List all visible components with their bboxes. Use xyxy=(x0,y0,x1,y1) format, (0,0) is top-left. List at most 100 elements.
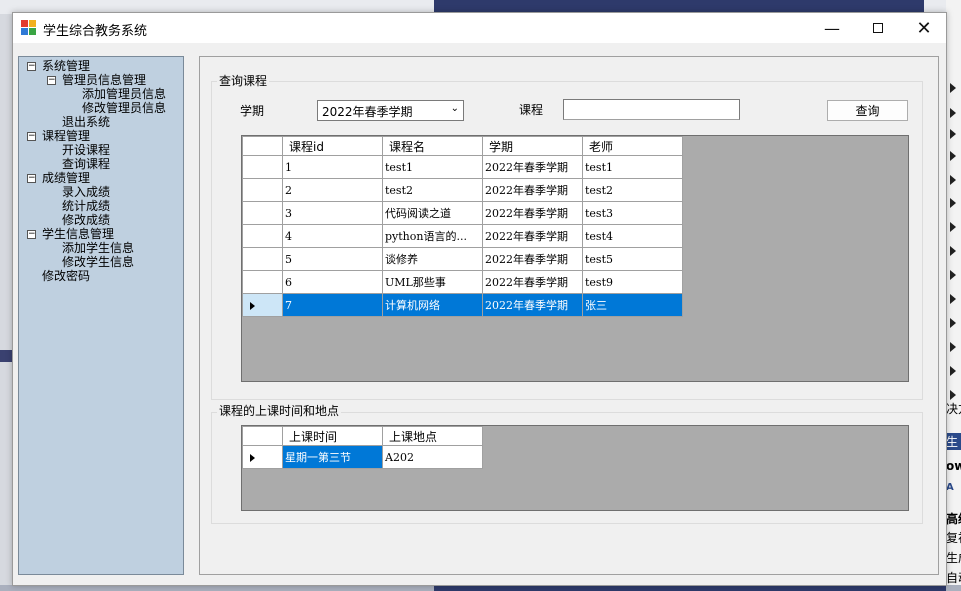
table-cell[interactable]: 3 xyxy=(282,201,383,225)
minimize-button[interactable]: — xyxy=(809,13,855,43)
table-cell[interactable]: 星期一第三节 xyxy=(282,445,383,469)
tree-item[interactable]: 学生信息管理 xyxy=(42,227,114,241)
tree-item[interactable]: 统计成绩 xyxy=(62,199,110,213)
table-row[interactable]: 3 代码阅读之道 2022年春季学期 test3 xyxy=(242,201,683,225)
tree-item[interactable]: 修改密码 xyxy=(42,269,90,283)
tree-collapse-icon[interactable]: − xyxy=(27,230,36,239)
table-cell[interactable]: 代码阅读之道 xyxy=(382,201,483,225)
column-header[interactable]: 课程id xyxy=(282,136,383,156)
tree-item[interactable]: 修改管理员信息 xyxy=(82,101,166,115)
table-cell[interactable]: python语言的... xyxy=(382,224,483,248)
column-header[interactable]: 上课时间 xyxy=(282,426,383,446)
background-text: 自动 xyxy=(946,571,961,585)
tree-item[interactable]: 开设课程 xyxy=(62,143,110,157)
table-row[interactable]: 7 计算机网络 2022年春季学期 张三 xyxy=(242,293,683,317)
background-arrow-icon xyxy=(950,198,956,208)
tree-item[interactable]: 添加学生信息 xyxy=(62,241,134,255)
tree-collapse-icon[interactable]: − xyxy=(47,76,56,85)
table-cell[interactable]: 2022年春季学期 xyxy=(482,270,583,294)
chevron-down-icon[interactable]: ⌄ xyxy=(451,103,459,114)
table-cell[interactable]: 2022年春季学期 xyxy=(482,247,583,271)
maximize-button[interactable] xyxy=(855,13,901,43)
window-title: 学生综合教务系统 xyxy=(43,24,148,39)
row-header-cell[interactable] xyxy=(242,293,283,317)
table-cell[interactable]: test1 xyxy=(582,155,683,179)
tree-item[interactable]: 管理员信息管理 xyxy=(62,73,146,87)
term-select-value: 2022年春季学期 xyxy=(322,105,413,119)
row-header-cell[interactable] xyxy=(242,201,283,225)
tree-item[interactable]: 查询课程 xyxy=(62,157,110,171)
schedule-table: 上课时间 上课地点 星期一第三节 A202 xyxy=(242,426,483,469)
background-arrow-icon xyxy=(950,366,956,376)
term-select[interactable]: 2022年春季学期 ⌄ xyxy=(317,100,464,121)
background-arrow-icon xyxy=(950,129,956,139)
table-row[interactable]: 2 test2 2022年春季学期 test2 xyxy=(242,178,683,202)
table-cell[interactable]: test4 xyxy=(582,224,683,248)
row-pointer-icon xyxy=(250,453,255,462)
tree-item[interactable]: 修改成绩 xyxy=(62,213,110,227)
row-header-cell[interactable] xyxy=(242,178,283,202)
table-row[interactable]: 4 python语言的... 2022年春季学期 test4 xyxy=(242,224,683,248)
courses-table: 课程id 课程名 学期 老师 1 test1 2022年春季学期 test1 2 test2 202… xyxy=(242,136,683,317)
schedule-grid[interactable]: 上课时间 上课地点 星期一第三节 A202 xyxy=(241,425,909,511)
tree-item[interactable]: 录入成绩 xyxy=(62,185,110,199)
table-cell[interactable]: 张三 xyxy=(582,293,683,317)
query-group-title: 查询课程 xyxy=(217,72,270,89)
table-row[interactable]: 1 test1 2022年春季学期 test1 xyxy=(242,155,683,179)
row-header-cell[interactable] xyxy=(242,155,283,179)
table-row[interactable]: 6 UML那些事 2022年春季学期 test9 xyxy=(242,270,683,294)
app-icon xyxy=(21,20,37,36)
table-cell[interactable]: 计算机网络 xyxy=(382,293,483,317)
background-arrow-icon xyxy=(950,108,956,118)
table-cell[interactable]: test9 xyxy=(582,270,683,294)
table-cell[interactable]: 2022年春季学期 xyxy=(482,293,583,317)
column-header[interactable]: 学期 xyxy=(482,136,583,156)
table-cell[interactable]: 5 xyxy=(282,247,383,271)
row-header-cell[interactable] xyxy=(242,224,283,248)
table-cell[interactable]: test2 xyxy=(382,178,483,202)
table-row[interactable]: 5 谈修养 2022年春季学期 test5 xyxy=(242,247,683,271)
table-cell[interactable]: 2022年春季学期 xyxy=(482,155,583,179)
tree-item[interactable]: 课程管理 xyxy=(42,129,90,143)
column-header[interactable]: 老师 xyxy=(582,136,683,156)
tree-item[interactable]: 成绩管理 xyxy=(42,171,90,185)
tree-item[interactable]: 添加管理员信息 xyxy=(82,87,166,101)
table-cell[interactable]: 2 xyxy=(282,178,383,202)
tree-collapse-icon[interactable]: − xyxy=(27,174,36,183)
maximize-icon xyxy=(873,23,883,33)
navigation-tree[interactable]: − 系统管理 − 管理员信息管理 添加管理员信息 修改管理员信息 退出系统 − 课程管理 开设课程… xyxy=(18,56,184,575)
close-button[interactable]: ✕ xyxy=(901,13,947,43)
table-cell[interactable]: 6 xyxy=(282,270,383,294)
tree-collapse-icon[interactable]: − xyxy=(27,132,36,141)
corner-header-cell xyxy=(242,426,283,446)
table-cell[interactable]: test5 xyxy=(582,247,683,271)
row-header-cell[interactable] xyxy=(242,270,283,294)
search-button[interactable]: 查询 xyxy=(827,100,908,121)
table-cell[interactable]: test1 xyxy=(382,155,483,179)
table-cell[interactable]: A202 xyxy=(382,445,483,469)
courses-grid[interactable]: 课程id 课程名 学期 老师 1 test1 2022年春季学期 test1 2 test2 202… xyxy=(241,135,909,382)
table-cell[interactable]: test2 xyxy=(582,178,683,202)
title-bar[interactable]: 学生综合教务系统 — ✕ xyxy=(13,13,946,43)
row-header-cell[interactable] xyxy=(242,445,283,469)
background-text: 生 xyxy=(946,433,961,450)
table-cell[interactable]: 2022年春季学期 xyxy=(482,224,583,248)
column-header[interactable]: 上课地点 xyxy=(382,426,483,446)
table-cell[interactable]: 2022年春季学期 xyxy=(482,178,583,202)
main-panel: 查询课程 学期 2022年春季学期 ⌄ 课程 查询 课程id 课程名 学期 老师 1 te… xyxy=(199,56,939,575)
tree-item[interactable]: 退出系统 xyxy=(62,115,110,129)
table-cell[interactable]: 2022年春季学期 xyxy=(482,201,583,225)
table-cell[interactable]: UML那些事 xyxy=(382,270,483,294)
table-cell[interactable]: 1 xyxy=(282,155,383,179)
table-cell[interactable]: 7 xyxy=(282,293,383,317)
table-row[interactable]: 星期一第三节 A202 xyxy=(242,445,483,469)
course-input[interactable] xyxy=(563,99,740,120)
table-cell[interactable]: 4 xyxy=(282,224,383,248)
row-header-cell[interactable] xyxy=(242,247,283,271)
tree-collapse-icon[interactable]: − xyxy=(27,62,36,71)
column-header[interactable]: 课程名 xyxy=(382,136,483,156)
table-cell[interactable]: 谈修养 xyxy=(382,247,483,271)
table-cell[interactable]: test3 xyxy=(582,201,683,225)
tree-item[interactable]: 系统管理 xyxy=(42,59,90,73)
tree-item[interactable]: 修改学生信息 xyxy=(62,255,134,269)
